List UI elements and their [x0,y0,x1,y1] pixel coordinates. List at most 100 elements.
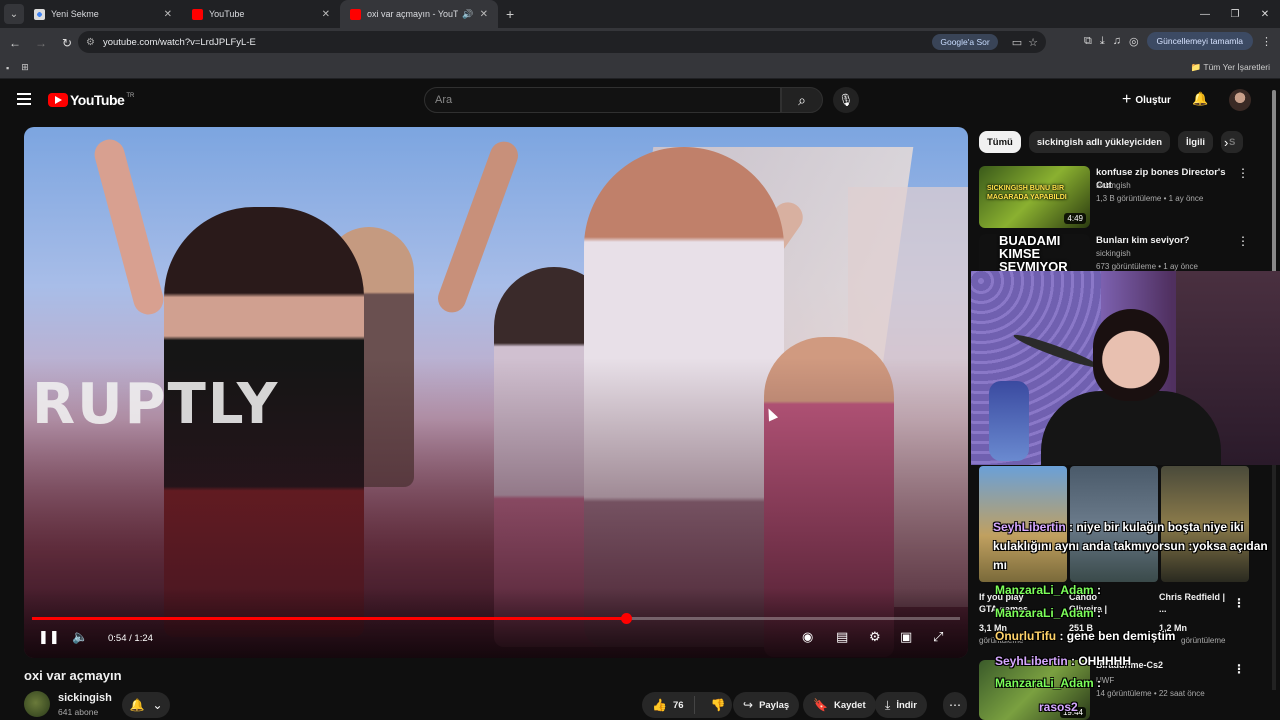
more-actions-icon[interactable]: ⋯ [943,692,967,718]
window-controls: — ❐ ✕ [1190,0,1280,28]
site-info-icon[interactable]: ⚙ [86,37,95,48]
thumbnail-text: BUADAMI KIMSE SEVMIYOR [999,234,1068,271]
save-button[interactable]: 🔖 Kaydet [803,692,876,718]
menu-kebab-icon[interactable]: ⋮ [1261,35,1272,48]
video-thumbnail[interactable]: SICKINGISH BUNU BIR MAGARADA YAPABILDI 4… [979,166,1090,228]
chip-all[interactable]: Tümü [979,131,1021,153]
miniplayer-icon[interactable]: ▣ [900,629,912,645]
cast-icon[interactable]: ▭ [1012,36,1022,49]
kebab-menu-icon[interactable]: ⋮ [1237,234,1249,248]
close-tab-icon[interactable]: ✕ [480,9,488,20]
extensions-icon[interactable]: ⧉ [1084,35,1092,48]
chat-username: ManzaraLi_Adam [995,606,1094,620]
browser-tab-video[interactable]: oxi var açmayın - YouTube 🔊 ✕ [340,0,498,28]
browser-tab-new[interactable]: Yeni Sekme ✕ [24,0,182,28]
media-icon[interactable]: ♫ [1113,35,1121,47]
chat-message: rasos2 [1039,698,1280,717]
chat-text: : [1093,606,1102,620]
share-label: Paylaş [759,699,790,711]
chat-message: SeyhLibertin : niye bir kulağın boşta ni… [993,518,1272,575]
webcam-figure [989,381,1029,461]
bookmark-star-icon[interactable]: ☆ [1028,36,1038,49]
browser-tab-youtube[interactable]: YouTube ✕ [182,0,340,28]
autoplay-toggle-icon[interactable]: ◉ [802,629,813,645]
search-input[interactable]: Ara [424,87,781,113]
chat-text: : gene ben demiştim [1056,629,1176,643]
webcam-person-body [1041,391,1221,465]
back-icon[interactable]: ← [4,36,26,50]
subtitles-icon[interactable]: ▤ [836,629,848,645]
chat-username: rasos2 [1039,700,1078,714]
close-tab-icon[interactable]: ✕ [164,9,172,20]
chat-overlay-region: If you play GTA games Cando Oliveira | C… [975,466,1272,720]
apps-grid-icon[interactable]: ⊞ [21,62,29,73]
tab-title: Yeni Sekme [51,9,99,19]
youtube-play-icon [48,93,68,107]
chip-uploader[interactable]: sickingish adlı yükleyiciden [1028,131,1170,153]
fullscreen-icon[interactable]: ⤢ [933,629,943,645]
settings-gear-icon[interactable]: ⚙ [869,629,881,645]
close-tab-icon[interactable]: ✕ [322,9,330,20]
download-icon[interactable]: ⤓ [1100,35,1105,48]
recommendation-title[interactable]: Bunları kim seviyor? [1096,234,1236,247]
chat-username: OnurluTifu [995,629,1057,643]
webcam-person-head [1093,309,1169,401]
recommendation-channel[interactable]: sickingish [1096,181,1131,190]
reload-icon[interactable]: ↻ [56,36,78,50]
all-bookmarks[interactable]: 📁 Tüm Yer İşaretleri [1191,62,1270,73]
dislike-button[interactable]: 👎 [701,698,736,712]
profile-icon[interactable]: ◎ [1129,35,1139,48]
recommendation-item[interactable]: BUADAMI KIMSE SEVMIYOR Bunları kim seviy… [979,234,1271,271]
bookmarks-bar: ▪ ⊞ 📁 Tüm Yer İşaretleri [0,57,1280,79]
recommendation-meta: 673 görüntüleme • 1 ay önce [1096,262,1198,271]
forward-icon[interactable]: → [30,36,52,50]
account-avatar[interactable] [1229,89,1251,111]
thumbs-up-icon: 👍 [652,698,667,712]
country-code: TR [126,93,135,99]
time-display: 0:54 / 1:24 [108,633,153,644]
browser-tabbar: ⌄ Yeni Sekme ✕ YouTube ✕ oxi var açmayın… [0,0,1280,28]
share-button[interactable]: ↪ Paylaş [733,692,800,718]
tab-search-icon[interactable]: ⌄ [4,4,24,24]
youtube-logo[interactable]: YouTube TR [48,92,134,108]
search-icon[interactable]: ⌕ [781,87,823,113]
bookmark-page-icon[interactable]: ▪ [6,63,9,73]
kebab-menu-icon[interactable]: ⋮ [1237,166,1249,180]
all-bookmarks-label: Tüm Yer İşaretleri [1203,62,1270,72]
restore-icon[interactable]: ❐ [1220,0,1250,28]
microphone-icon[interactable]: 🎙 [833,87,859,113]
download-button[interactable]: ⤓ İndir [875,692,927,718]
update-button[interactable]: Güncellemeyi tamamla [1146,32,1253,50]
like-button[interactable]: 👍 76 [642,696,695,714]
address-bar[interactable]: ⚙ youtube.com/watch?v=LrdJPLFyL-E Google… [78,31,1046,53]
chat-username: SeyhLibertin [995,654,1068,668]
minimize-icon[interactable]: — [1190,0,1220,28]
download-label: İndir [896,699,917,711]
thumbs-down-icon: 👎 [710,698,726,712]
notifications-bell-icon[interactable]: 🔔 [1192,91,1208,107]
video-thumbnail[interactable]: BUADAMI KIMSE SEVMIYOR [979,234,1090,271]
volume-icon[interactable]: 🔈 [72,629,88,645]
chat-username: ManzaraLi_Adam [995,583,1094,597]
url-text[interactable]: youtube.com/watch?v=LrdJPLFyL-E [103,37,932,48]
new-tab-icon[interactable]: + [506,6,514,22]
chevron-right-icon[interactable]: › [1224,135,1228,150]
bell-icon: 🔔 [129,698,145,712]
subscribed-button[interactable]: 🔔 ⌄ [122,692,170,718]
video-player[interactable]: RUPTLY ❚❚ 🔈 0:54 / 1:24 ◉ ▤ ⚙ ▣ ⤢ [24,127,968,658]
close-window-icon[interactable]: ✕ [1250,0,1280,28]
create-button[interactable]: + Oluştur [1118,88,1175,112]
chrome-icon [34,8,45,20]
channel-name[interactable]: sickingish [58,692,112,704]
speaker-icon[interactable]: 🔊 [462,9,473,20]
recommendation-item[interactable]: SICKINGISH BUNU BIR MAGARADA YAPABILDI 4… [979,166,1271,228]
channel-avatar[interactable] [24,691,50,717]
video-watermark: RUPTLY [32,372,280,437]
pause-icon[interactable]: ❚❚ [38,629,60,645]
google-ask-button[interactable]: Google'a Sor [932,34,998,50]
progress-bar[interactable] [32,613,960,624]
recommendation-channel[interactable]: sickingish [1096,249,1131,258]
chip-related[interactable]: İlgili [1178,131,1213,153]
hamburger-menu-icon[interactable] [17,93,31,108]
scrubber-knob[interactable] [620,613,632,624]
